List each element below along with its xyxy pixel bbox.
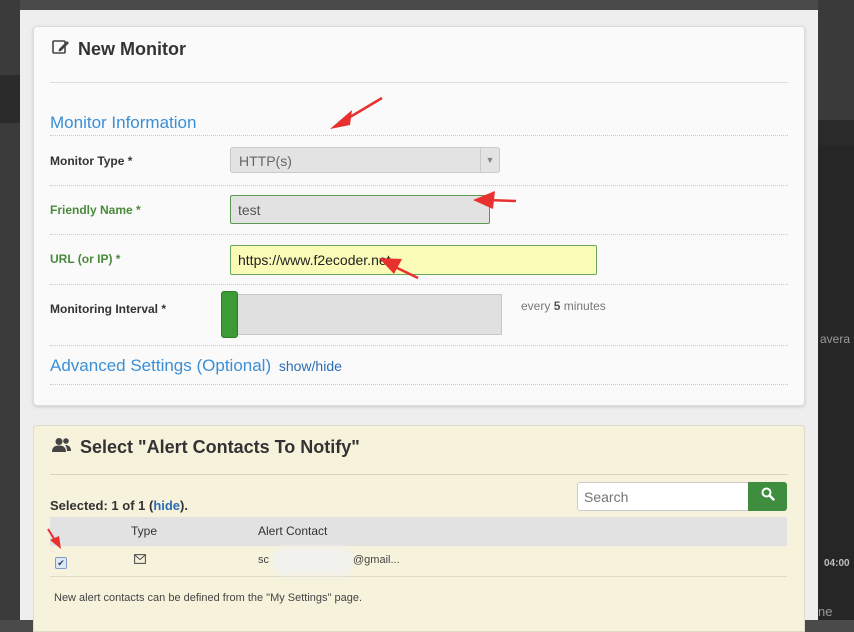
annotation-arrow [330,96,383,129]
annotation-arrow [473,191,517,209]
annotation-arrows [47,96,517,549]
annotation-arrow [379,258,419,280]
annotation-arrow [47,528,61,549]
